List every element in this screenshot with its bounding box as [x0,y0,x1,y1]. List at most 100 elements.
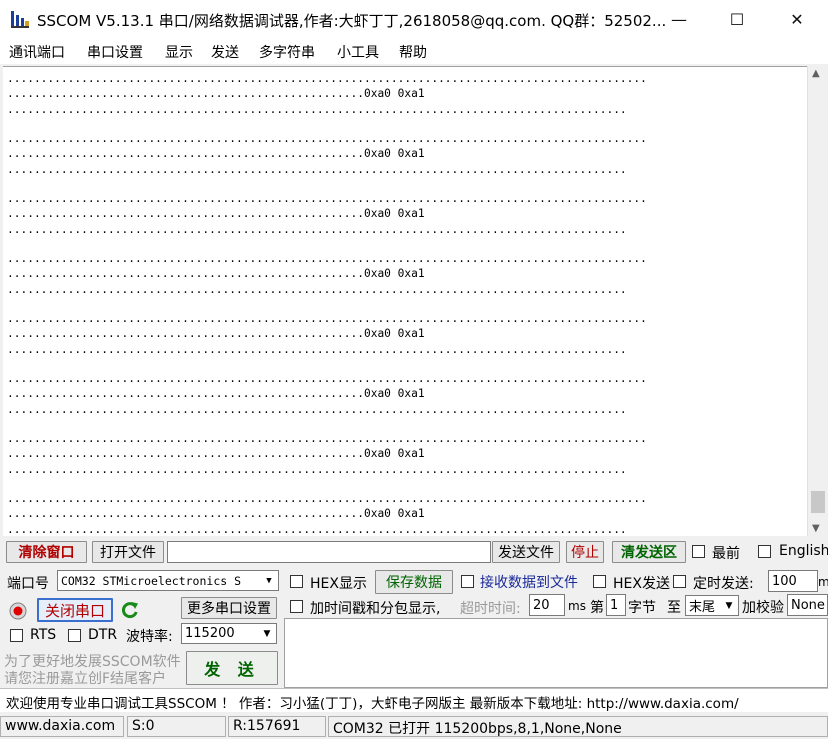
open-file-button[interactable]: 打开文件 [92,541,164,563]
port-number-label: 端口号 [7,576,49,592]
byte-index-input[interactable]: 1 [606,594,626,616]
baud-rate-select[interactable]: 115200 ▼ [181,623,277,644]
receive-line: ........................................… [7,283,627,296]
receive-line: ........................................… [7,492,647,505]
timed-unit-label: ms/次 [818,575,828,589]
close-port-button[interactable]: 关闭串口 [37,598,113,622]
receive-line: ........................................… [7,447,425,460]
receive-line: ........................................… [7,252,647,265]
baud-rate-label: 波特率: [126,629,173,645]
port-status-indicator-icon [9,602,27,620]
receive-line: ........................................… [7,327,425,340]
baud-rate-value: 115200 [185,626,235,641]
menu-help[interactable]: 帮助 [399,42,427,62]
receive-line: ........................................… [7,72,647,85]
chevron-down-icon[interactable]: ▼ [259,625,275,642]
english-label: English [779,543,828,559]
hex-send-checkbox[interactable] [593,575,606,588]
menu-multi-string[interactable]: 多字符串 [259,42,315,62]
more-serial-settings-button[interactable]: 更多串口设置 [181,597,277,619]
clear-window-button[interactable]: 清除窗口 [6,541,87,563]
receive-line: ........................................… [7,207,425,220]
timeout-unit: ms [568,599,586,613]
receive-line: ........................................… [7,387,425,400]
window-title: SSCOM V5.13.1 串口/网络数据调试器,作者:大虾丁丁,2618058… [37,12,667,30]
clear-send-area-button[interactable]: 清发送区 [612,541,686,563]
status-port-info: COM32 已打开 115200bps,8,1,None,None [328,716,828,737]
maximize-button[interactable]: ☐ [714,0,760,38]
timed-send-label: 定时发送: [693,576,754,592]
menu-bar: 通讯端口 串口设置 显示 发送 多字符串 小工具 帮助 [0,38,828,64]
save-data-button[interactable]: 保存数据 [375,570,453,594]
receive-line: ........................................… [7,507,425,520]
menu-comm-port[interactable]: 通讯端口 [9,42,65,62]
refresh-icon[interactable] [120,600,140,620]
send-button[interactable]: 发 送 [186,651,278,685]
menu-serial-settings[interactable]: 串口设置 [87,42,143,62]
status-bar: www.daxia.com S:0 R:157691 COM32 已打开 115… [0,713,828,739]
last-label: 最前 [712,546,740,562]
rts-checkbox[interactable] [10,629,23,642]
send-text-area[interactable] [284,618,828,688]
minimize-button[interactable]: — [656,0,702,38]
status-received-count: R:157691 [228,716,326,737]
recv-to-file-label[interactable]: 接收数据到文件 [480,572,578,592]
hex-send-label: HEX发送 [613,576,670,592]
end-select-value: 末尾 [689,600,716,615]
dtr-label: DTR [88,627,118,643]
receive-text-area[interactable]: ........................................… [3,66,807,536]
stop-button[interactable]: 停止 [566,541,604,563]
menu-display[interactable]: 显示 [165,42,193,62]
hex-display-checkbox[interactable] [290,575,303,588]
notice-bar: 欢迎使用专业串口调试工具SSCOM ！ 作者：习小猛(丁丁)，大虾电子网版主 最… [0,688,828,712]
port-select-value: COM32 STMicroelectronics S [61,573,242,588]
receive-line: ........................................… [7,523,627,536]
dtr-checkbox[interactable] [68,629,81,642]
status-sent-count: S:0 [127,716,226,737]
timeout-label: 超时时间: [460,601,521,617]
checksum-label: 加校验 [742,600,784,616]
hex-display-label: HEX显示 [310,576,367,592]
timestamp-label: 加时间戳和分包显示, [310,601,441,617]
timed-interval-input[interactable]: 100 [768,570,818,592]
port-select[interactable]: COM32 STMicroelectronics S ▼ [57,570,279,591]
scroll-up-icon[interactable]: ▲ [812,68,820,79]
scroll-down-icon[interactable]: ▼ [812,523,820,534]
status-site[interactable]: www.daxia.com [0,716,124,737]
scroll-thumb[interactable] [811,491,825,513]
receive-line: ........................................… [7,163,627,176]
receive-line: ........................................… [7,103,627,116]
promo-line-2: 请您注册嘉立创F结尾客户 [4,671,167,687]
chevron-down-icon[interactable]: ▼ [261,572,277,589]
byte-prefix: 第 [590,600,604,616]
sscom-logo-icon [11,11,29,28]
last-checkbox[interactable] [692,545,705,558]
menu-send[interactable]: 发送 [211,42,239,62]
receive-line: ........................................… [7,132,647,145]
timeout-input[interactable]: 20 [529,594,565,616]
end-select[interactable]: 末尾 ▼ [685,595,739,616]
title-bar: SSCOM V5.13.1 串口/网络数据调试器,作者:大虾丁丁,2618058… [0,0,828,38]
receive-scrollbar[interactable]: ▲ ▼ [807,66,827,536]
timed-send-checkbox[interactable] [673,575,686,588]
receive-line: ........................................… [7,87,425,100]
english-checkbox[interactable] [758,545,771,558]
receive-line: ........................................… [7,372,647,385]
receive-line: ........................................… [7,432,647,445]
send-file-button[interactable]: 发送文件 [492,541,560,563]
byte-suffix: 字节 [628,600,656,616]
receive-line: ........................................… [7,312,647,325]
close-button[interactable]: ✕ [774,0,820,38]
to-label: 至 [667,600,681,616]
checksum-select[interactable]: None [787,594,828,616]
receive-line: ........................................… [7,147,425,160]
receive-line: ........................................… [7,223,627,236]
receive-line: ........................................… [7,343,627,356]
timestamp-checkbox[interactable] [290,600,303,613]
receive-line: ........................................… [7,463,627,476]
chevron-down-icon[interactable]: ▼ [721,597,737,614]
receive-line: ........................................… [7,267,425,280]
recv-to-file-checkbox[interactable] [461,575,474,588]
menu-tools[interactable]: 小工具 [337,42,379,62]
file-path-input[interactable] [167,541,491,563]
